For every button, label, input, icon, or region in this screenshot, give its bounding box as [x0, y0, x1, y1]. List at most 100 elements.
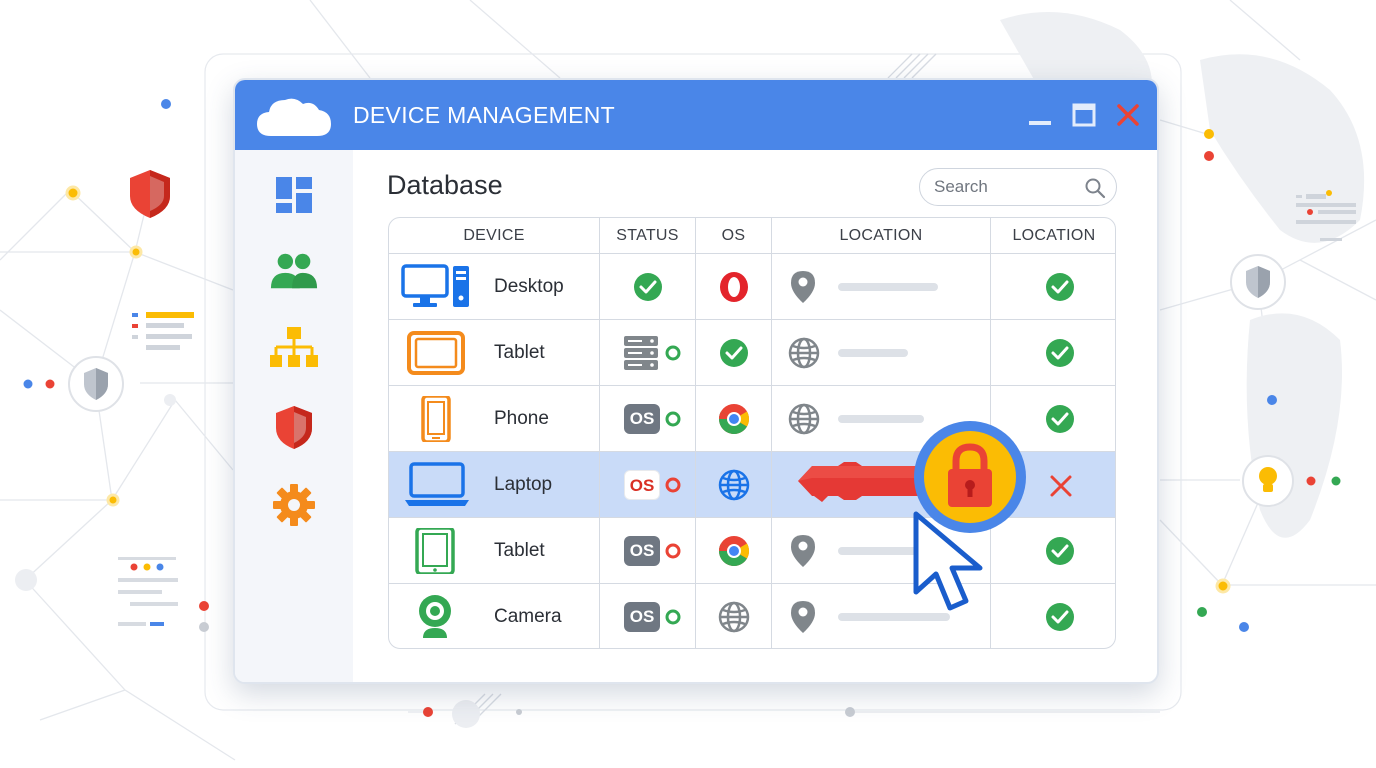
- device-cell: Tablet: [389, 320, 600, 385]
- check-icon: [1046, 273, 1074, 301]
- pin-icon: [791, 535, 815, 567]
- check-icon: [1046, 603, 1074, 631]
- status-cell: [600, 320, 696, 385]
- os-badge: OS: [624, 602, 660, 632]
- chrome-icon: [719, 404, 750, 435]
- device-name: Camera: [494, 606, 562, 627]
- status-dot-green: [665, 609, 681, 625]
- location-cell: [772, 320, 991, 385]
- key-icon: [798, 462, 926, 502]
- globe-icon: [788, 403, 820, 435]
- globe-icon: [718, 469, 750, 501]
- phone-icon: [421, 396, 451, 442]
- sidebar-item-security[interactable]: [269, 402, 319, 452]
- os-badge: OS: [624, 404, 660, 434]
- cursor-arrow-icon: [913, 511, 983, 611]
- location-status-cell: [991, 584, 1115, 648]
- search-box[interactable]: [919, 168, 1117, 206]
- device-cell: Laptop: [389, 452, 600, 517]
- close-icon[interactable]: [1115, 102, 1141, 128]
- users-icon: [270, 253, 318, 289]
- location-placeholder-bar: [838, 349, 908, 357]
- dashboard-icon: [276, 177, 312, 213]
- check-icon: [1046, 339, 1074, 367]
- location-placeholder-bar: [838, 283, 938, 291]
- desktop-icon: [401, 264, 469, 307]
- status-dot-green: [665, 411, 681, 427]
- os-cell: [696, 518, 772, 583]
- maximize-icon[interactable]: [1071, 102, 1097, 128]
- sidebar-item-users[interactable]: [269, 246, 319, 296]
- server-icon: [624, 336, 658, 370]
- search-icon[interactable]: [1084, 177, 1106, 199]
- status-dot-red: [665, 477, 681, 493]
- column-header-os[interactable]: OS: [696, 218, 772, 254]
- os-cell: [696, 320, 772, 385]
- os-cell: [696, 386, 772, 451]
- shield-icon: [276, 406, 312, 449]
- status-cell: OS: [600, 386, 696, 451]
- device-cell: Phone: [389, 386, 600, 451]
- webcam-icon: [419, 595, 451, 638]
- device-cell: Tablet: [389, 518, 600, 583]
- sidebar: [235, 150, 353, 682]
- table-row[interactable]: Camera OS: [389, 584, 1115, 648]
- status-cell: [600, 254, 696, 319]
- globe-icon: [788, 337, 820, 369]
- device-management-window: DEVICE MANAGEMENT Database Search DEVICE…: [233, 78, 1159, 684]
- table-row[interactable]: Desktop: [389, 254, 1115, 320]
- column-header-device[interactable]: DEVICE: [389, 218, 600, 254]
- cloud-icon: [257, 98, 331, 136]
- os-badge: OS: [624, 536, 660, 566]
- status-cell: OS: [600, 518, 696, 583]
- laptop-icon: [405, 462, 469, 506]
- sidebar-item-dashboard[interactable]: [269, 170, 319, 220]
- sidebar-item-hierarchy[interactable]: [269, 322, 319, 372]
- minimize-icon[interactable]: [1027, 102, 1053, 128]
- search-input[interactable]: [934, 175, 1074, 199]
- device-cell: Camera: [389, 584, 600, 648]
- status-cell: OS: [600, 452, 696, 517]
- device-name: Laptop: [494, 474, 553, 495]
- location-cell: [772, 254, 991, 319]
- device-name: Tablet: [494, 342, 545, 363]
- os-cell: [696, 254, 772, 319]
- chrome-icon: [719, 536, 750, 567]
- location-status-cell: [991, 320, 1115, 385]
- os-cell: [696, 584, 772, 648]
- column-header-status[interactable]: STATUS: [600, 218, 696, 254]
- check-icon: [720, 339, 748, 367]
- status-dot-red: [665, 543, 681, 559]
- gear-icon: [273, 484, 315, 526]
- location-placeholder-bar: [838, 613, 950, 621]
- tablet-icon: [415, 528, 455, 574]
- status-cell: OS: [600, 584, 696, 648]
- column-header-location[interactable]: LOCATION: [772, 218, 991, 254]
- table-row[interactable]: Tablet: [389, 320, 1115, 386]
- sidebar-item-settings[interactable]: [269, 480, 319, 530]
- page-title: Database: [387, 170, 503, 200]
- location-status-cell: [991, 254, 1115, 319]
- location-placeholder-bar: [838, 547, 920, 555]
- pin-icon: [791, 271, 815, 303]
- device-name: Tablet: [494, 540, 545, 561]
- table-header: DEVICE STATUS OS LOCATION LOCATION: [389, 218, 1115, 254]
- os-badge: OS: [624, 470, 660, 500]
- check-icon: [634, 273, 662, 301]
- column-header-location-status[interactable]: LOCATION: [991, 218, 1115, 254]
- title-bar: DEVICE MANAGEMENT: [235, 80, 1157, 150]
- x-icon: [1050, 475, 1072, 497]
- tablet-icon: [407, 331, 465, 375]
- device-name: Desktop: [494, 276, 564, 297]
- hierarchy-icon: [270, 327, 318, 367]
- pin-icon: [791, 601, 815, 633]
- status-dot-green: [665, 345, 681, 361]
- check-icon: [1046, 537, 1074, 565]
- opera-icon: [720, 272, 748, 302]
- os-cell: [696, 452, 772, 517]
- app-title: DEVICE MANAGEMENT: [353, 102, 615, 128]
- device-name: Phone: [494, 408, 549, 429]
- globe-icon: [718, 601, 750, 633]
- check-icon: [1046, 405, 1074, 433]
- device-cell: Desktop: [389, 254, 600, 319]
